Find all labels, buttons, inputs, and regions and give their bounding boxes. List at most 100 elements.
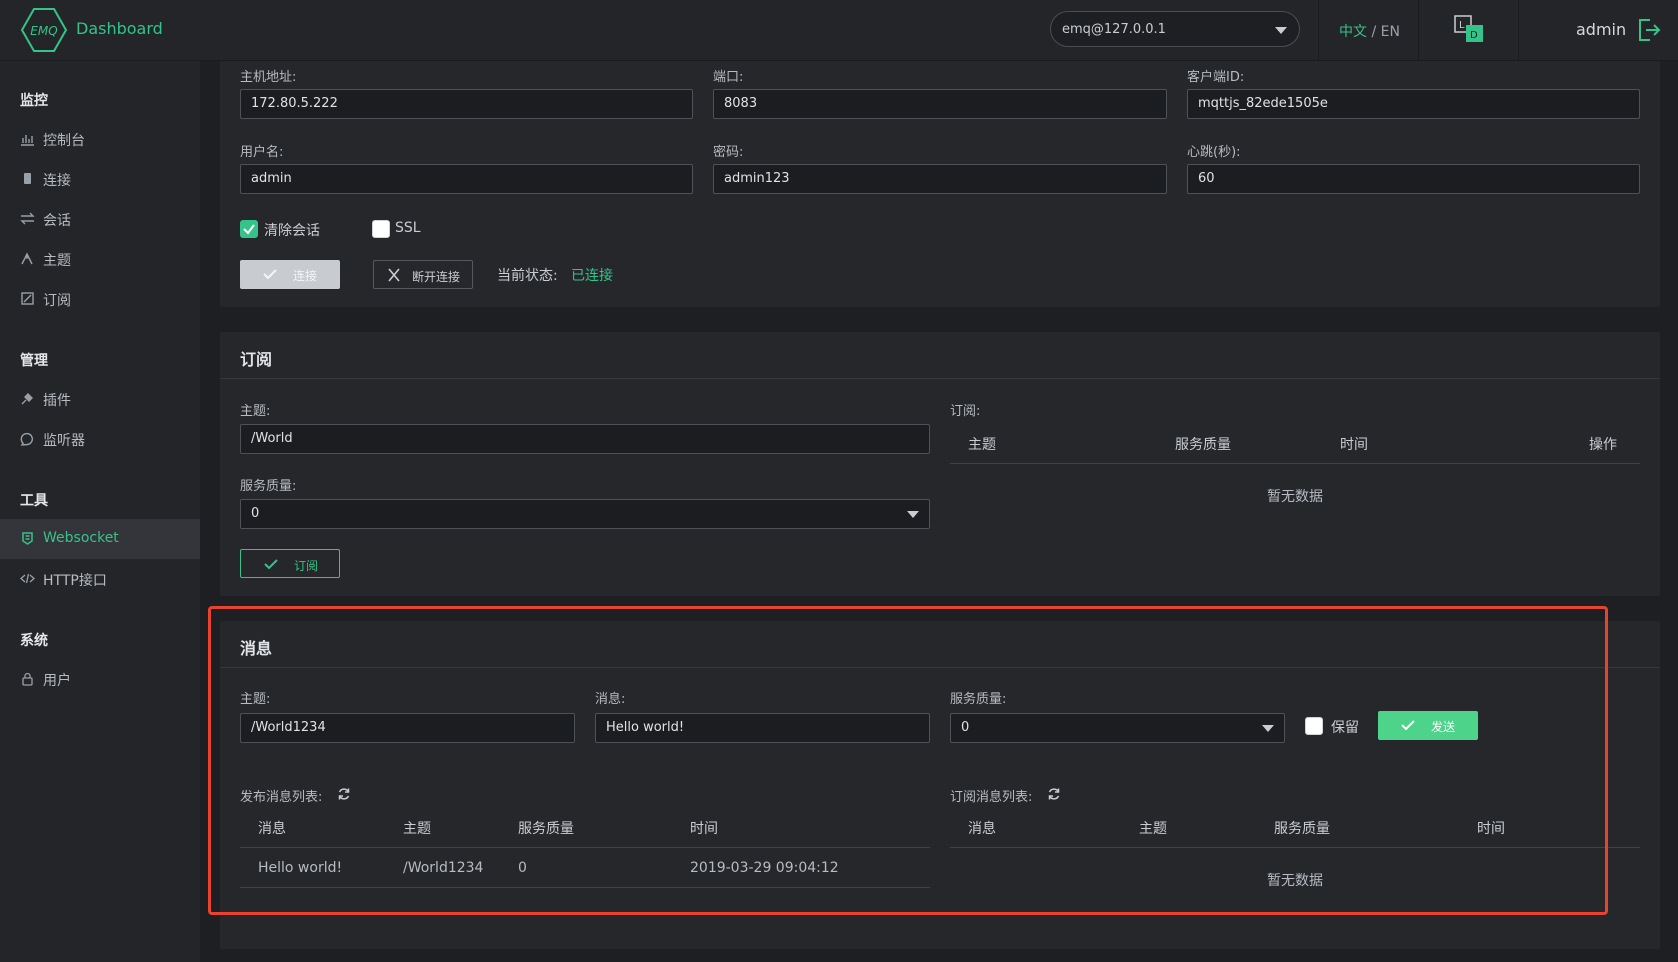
refresh-icon[interactable] xyxy=(1047,787,1061,801)
sidebar-item-http-api[interactable]: HTTP接口 xyxy=(0,559,200,599)
check-icon xyxy=(243,224,255,235)
status-label: 当前状态: xyxy=(497,268,558,284)
table-header: 消息 xyxy=(968,821,996,837)
svg-text:D: D xyxy=(1470,30,1478,41)
top-header: EMQ Dashboard emq@127.0.0.1 中文 / EN L D … xyxy=(0,0,1678,61)
sidebar-item-topics[interactable]: 主题 xyxy=(0,239,200,279)
lang-en[interactable]: EN xyxy=(1381,24,1400,40)
subscription-icon xyxy=(21,292,34,305)
sidebar-item-plugins[interactable]: 插件 xyxy=(0,379,200,419)
send-button-label: 发送 xyxy=(1431,720,1456,734)
pub-row-time: 2019-03-29 09:04:12 xyxy=(690,860,839,876)
sidebar-item-label: 订阅 xyxy=(43,293,71,309)
table-header: 操作 xyxy=(1589,437,1617,453)
swap-icon xyxy=(20,212,35,225)
retain-label: 保留 xyxy=(1331,720,1359,736)
close-icon xyxy=(388,268,400,282)
language-switch[interactable]: 中文 / EN xyxy=(1339,21,1400,41)
sidebar-item-sessions[interactable]: 会话 xyxy=(0,199,200,239)
msg-qos-value: 0 xyxy=(961,720,970,735)
sidebar-item-label: 连接 xyxy=(43,173,71,189)
logout-icon[interactable] xyxy=(1636,17,1662,43)
sub-qos-select[interactable]: 0 xyxy=(240,499,930,529)
check-icon xyxy=(264,559,278,570)
hexagon-logo-icon: EMQ xyxy=(20,8,68,52)
node-select-value: emq@127.0.0.1 xyxy=(1062,22,1166,37)
sidebar-group-system: 系统 xyxy=(20,633,48,649)
sidebar-item-label: 插件 xyxy=(43,393,71,409)
sub-msg-list-label: 订阅消息列表: xyxy=(950,790,1033,805)
plugin-icon xyxy=(21,393,33,405)
sidebar-item-subscriptions[interactable]: 订阅 xyxy=(0,279,200,319)
logo-text: EMQ xyxy=(30,24,57,38)
table-header: 时间 xyxy=(690,821,718,837)
port-input[interactable]: 8083 xyxy=(713,89,1167,119)
connect-button-label: 连接 xyxy=(293,269,318,283)
sidebar-item-connections[interactable]: 连接 xyxy=(0,159,200,199)
subscribe-title: 订阅 xyxy=(240,350,273,369)
table-header: 服务质量 xyxy=(1175,437,1231,453)
message-card: 消息 主题: /World1234 消息: Hello world! 服务质量:… xyxy=(220,621,1660,949)
header-divider xyxy=(1318,0,1319,61)
keepalive-input[interactable]: 60 xyxy=(1187,164,1640,194)
sidebar-group-monitor: 监控 xyxy=(20,93,48,109)
ssl-label: SSL xyxy=(395,220,421,236)
port-label: 端口: xyxy=(713,70,744,85)
client-id-label: 客户端ID: xyxy=(1187,70,1245,85)
empty-text: 暂无数据 xyxy=(1267,489,1323,505)
emq-logo[interactable]: EMQ xyxy=(20,7,68,53)
msg-content-input[interactable]: Hello world! xyxy=(595,713,930,743)
table-header: 时间 xyxy=(1340,437,1368,453)
sub-qos-value: 0 xyxy=(251,506,260,521)
subscribe-button[interactable]: 订阅 xyxy=(240,549,340,578)
sidebar-item-listeners[interactable]: 监听器 xyxy=(0,419,200,459)
client-id-input[interactable]: mqttjs_82ede1505e xyxy=(1187,89,1640,119)
clean-session-checkbox[interactable] xyxy=(240,220,258,238)
user-icon xyxy=(22,672,33,686)
connect-button[interactable]: 连接 xyxy=(240,260,340,289)
ssl-checkbox[interactable] xyxy=(372,220,390,238)
sidebar: 监控 控制台 连接 会话 主题 订阅 管理 插件 监听器 工具 Websocke… xyxy=(0,61,200,962)
host-input[interactable]: 172.80.5.222 xyxy=(240,89,693,119)
sidebar-item-console[interactable]: 控制台 xyxy=(0,119,200,159)
sidebar-item-label: 会话 xyxy=(43,213,71,229)
divider xyxy=(220,667,1660,668)
theme-toggle-icon[interactable]: L D xyxy=(1454,15,1488,43)
lang-separator: / xyxy=(1371,24,1377,40)
code-icon xyxy=(20,573,35,584)
table-divider xyxy=(240,887,930,888)
msg-qos-select[interactable]: 0 xyxy=(950,713,1285,743)
table-divider xyxy=(950,847,1640,848)
websocket-icon xyxy=(22,532,33,545)
table-header: 时间 xyxy=(1477,821,1505,837)
username-input[interactable]: admin xyxy=(240,164,693,194)
table-divider xyxy=(950,463,1640,464)
disconnect-button[interactable]: 断开连接 xyxy=(373,260,473,289)
pub-list-label: 发布消息列表: xyxy=(240,790,323,805)
msg-topic-input[interactable]: /World1234 xyxy=(240,713,575,743)
connection-card: 主机地址: 172.80.5.222 端口: 8083 客户端ID: mqttj… xyxy=(220,61,1660,307)
topic-icon xyxy=(21,252,33,265)
table-header: 主题 xyxy=(968,437,996,453)
send-button[interactable]: 发送 xyxy=(1378,711,1478,740)
password-input[interactable]: admin123 xyxy=(713,164,1167,194)
bar-chart-icon xyxy=(21,135,34,146)
table-header: 主题 xyxy=(403,821,431,837)
connection-status: 已连接 xyxy=(571,268,613,284)
sidebar-item-label: 控制台 xyxy=(43,133,85,149)
sidebar-item-users[interactable]: 用户 xyxy=(0,659,200,699)
sidebar-item-websocket[interactable]: Websocket xyxy=(0,519,200,559)
header-divider xyxy=(1518,0,1519,61)
lang-zh[interactable]: 中文 xyxy=(1339,24,1367,40)
svg-text:L: L xyxy=(1459,20,1465,31)
retain-checkbox[interactable] xyxy=(1305,717,1323,735)
sub-topic-input[interactable]: /World xyxy=(240,424,930,454)
divider xyxy=(220,378,1660,379)
plug-icon xyxy=(24,173,31,184)
user-name[interactable]: admin xyxy=(1576,20,1626,39)
caret-down-icon xyxy=(907,511,919,518)
refresh-icon[interactable] xyxy=(337,787,351,801)
brand-title[interactable]: Dashboard xyxy=(76,19,163,38)
node-select[interactable]: emq@127.0.0.1 xyxy=(1050,11,1300,47)
empty-text: 暂无数据 xyxy=(1267,873,1323,889)
